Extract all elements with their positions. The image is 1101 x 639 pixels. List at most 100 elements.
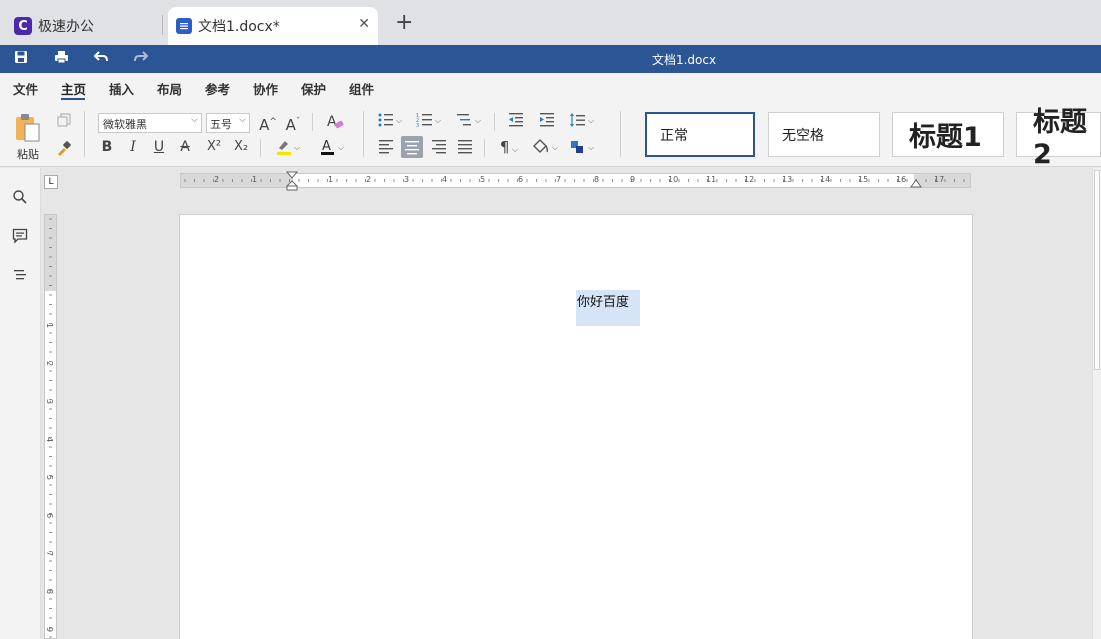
outline-icon[interactable] (10, 267, 30, 287)
line-spacing-icon[interactable]: ⌵ (568, 112, 598, 130)
svg-text:⌵: ⌵ (294, 143, 300, 152)
clear-format-icon[interactable]: A (325, 113, 345, 131)
superscript-button[interactable]: X² (202, 138, 226, 156)
copy-icon[interactable] (54, 113, 74, 131)
tab-stop-selector[interactable]: L (44, 175, 58, 189)
style-normal[interactable]: 正常 (645, 112, 755, 157)
svg-text:A: A (322, 139, 331, 154)
ruler-label: 15 (858, 175, 869, 184)
paste-label: 粘贴 (17, 148, 39, 161)
svg-text:⌵: ⌵ (552, 143, 558, 152)
left-sidebar (0, 168, 41, 639)
italic-button[interactable]: I (123, 138, 143, 156)
menu-components[interactable]: 组件 (349, 79, 374, 98)
ruler-label: 7 (45, 550, 55, 557)
ribbon-toolbar: 粘贴 微软雅黑 ⌵ 五号 ⌵ A^ Aˇ A B I U A X² X₂ ⌵ A… (0, 101, 1101, 170)
comment-icon[interactable] (10, 228, 30, 248)
bold-button[interactable]: B (97, 138, 117, 156)
justify-icon[interactable] (455, 138, 475, 156)
style-no-spacing[interactable]: 无空格 (768, 112, 880, 157)
svg-text:3: 3 (416, 123, 419, 128)
ruler-ticks (49, 218, 52, 638)
increase-indent-icon[interactable] (537, 112, 557, 130)
highlight-color-icon[interactable]: ⌵ (274, 138, 304, 156)
svg-text:⌵: ⌵ (475, 116, 481, 125)
align-left-icon[interactable] (376, 138, 396, 156)
style-heading-2[interactable]: 标题2 (1016, 107, 1101, 170)
underline-button[interactable]: U (149, 138, 169, 156)
ruler-label: 2 (45, 360, 55, 367)
svg-text:⌵: ⌵ (338, 143, 344, 152)
decrease-indent-icon[interactable] (506, 112, 526, 130)
ruler-label: 14 (820, 175, 831, 184)
document-page[interactable]: 你好百度 (179, 214, 973, 639)
app-logo-icon: C (14, 17, 32, 35)
pilcrow-icon[interactable]: ¶ ⌵ (494, 138, 524, 156)
title-bar: 文档1.docx (0, 45, 1101, 73)
ribbon-divider (484, 139, 485, 157)
ruler-label: 2 (366, 175, 372, 184)
vertical-scrollbar[interactable] (1092, 168, 1101, 639)
tab-strip: C 极速办公 文档1.docx* ✕ + (0, 0, 1101, 45)
strikethrough-button[interactable]: A (175, 138, 195, 156)
ruler-label: 16 (896, 175, 907, 184)
active-menu-indicator (61, 98, 85, 100)
numbered-list-icon[interactable]: 1 2 3 ⌵ (415, 112, 445, 130)
ruler-label: 6 (518, 175, 524, 184)
shading-icon[interactable]: ⌵ (530, 138, 562, 156)
borders-icon[interactable]: ⌵ (568, 138, 598, 156)
search-icon[interactable] (10, 189, 30, 209)
ruler-label: 5 (45, 474, 55, 481)
ribbon-divider (620, 111, 621, 157)
menu-collaborate[interactable]: 协作 (253, 79, 278, 98)
shrink-font-icon[interactable]: Aˇ (283, 113, 303, 134)
svg-text:⌵: ⌵ (435, 116, 441, 125)
bullet-list-icon[interactable]: ⌵ (376, 112, 406, 130)
menu-references[interactable]: 参考 (205, 79, 230, 98)
ruler-label: 2 (214, 175, 220, 184)
grow-font-icon[interactable]: A^ (258, 113, 278, 134)
paste-icon[interactable] (14, 113, 42, 143)
ribbon-divider (312, 113, 313, 131)
chevron-down-icon: ⌵ (239, 115, 246, 125)
tab-app-label: 极速办公 (38, 19, 94, 35)
menu-home[interactable]: 主页 (61, 79, 86, 98)
app-window: C 极速办公 文档1.docx* ✕ + 文档1.docx 文件 主页 插入 布… (0, 0, 1101, 639)
svg-text:⌵: ⌵ (588, 143, 594, 152)
font-family-value: 微软雅黑 (103, 118, 147, 131)
font-size-select[interactable]: 五号 ⌵ (206, 113, 250, 133)
font-family-select[interactable]: 微软雅黑 ⌵ (98, 113, 202, 133)
ribbon-divider (84, 111, 85, 157)
menu-file[interactable]: 文件 (13, 79, 38, 98)
font-color-icon[interactable]: A ⌵ (318, 138, 348, 156)
subscript-button[interactable]: X₂ (229, 138, 253, 156)
horizontal-ruler[interactable]: 2 1 1 2 3 4 5 6 7 8 9 10 11 12 13 14 15 … (180, 173, 971, 188)
ruler-label: 1 (45, 322, 55, 329)
document-title: 文档1.docx (651, 53, 717, 67)
scrollbar-thumb[interactable] (1094, 170, 1100, 370)
ruler-label: 9 (45, 626, 55, 633)
align-right-icon[interactable] (429, 138, 449, 156)
menu-layout[interactable]: 布局 (157, 79, 182, 98)
ruler-label: 1 (252, 175, 258, 184)
multilevel-list-icon[interactable]: ⌵ (455, 112, 485, 130)
new-tab-button[interactable]: + (395, 12, 413, 34)
tab-app-home[interactable]: C 极速办公 (6, 7, 158, 45)
menu-protect[interactable]: 保护 (301, 79, 326, 98)
ruler-label: 4 (442, 175, 448, 184)
ruler-label: 9 (630, 175, 636, 184)
style-heading-1[interactable]: 标题1 (892, 112, 1004, 157)
ribbon-divider (494, 113, 495, 131)
document-body-text[interactable]: 你好百度 (577, 291, 629, 310)
first-line-indent-marker[interactable] (285, 171, 299, 194)
format-painter-icon[interactable] (54, 141, 74, 159)
close-tab-icon[interactable]: ✕ (358, 16, 370, 32)
menu-insert[interactable]: 插入 (109, 79, 134, 98)
ruler-label: 11 (706, 175, 717, 184)
align-center-icon[interactable] (401, 136, 423, 158)
tab-document-label: 文档1.docx* (198, 19, 280, 35)
tab-document[interactable]: 文档1.docx* ✕ (168, 7, 378, 45)
vertical-ruler[interactable]: 1 2 3 4 5 6 7 8 9 (44, 214, 57, 639)
ruler-label: 3 (45, 398, 55, 405)
right-indent-marker[interactable] (910, 178, 922, 192)
